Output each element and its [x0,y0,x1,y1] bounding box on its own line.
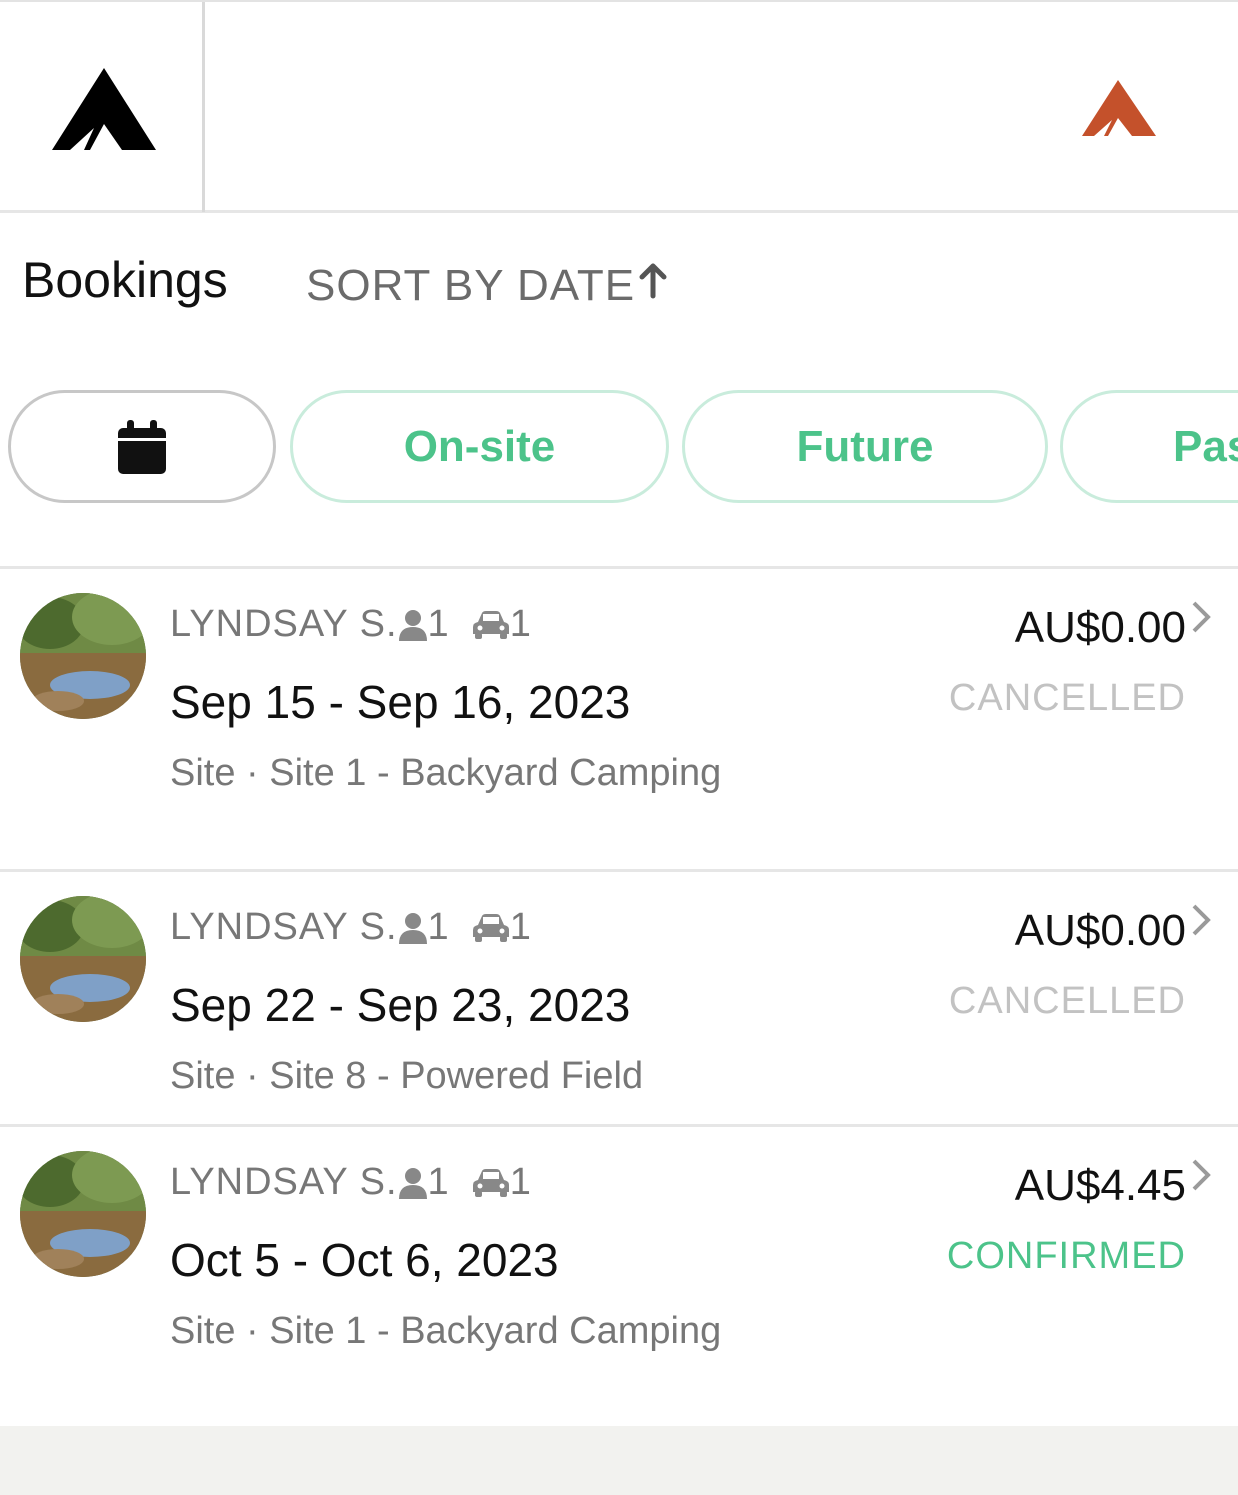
page-title: Bookings [22,252,228,308]
status-badge: CANCELLED [948,677,1186,719]
booking-price: AU$0.00 [1014,906,1186,955]
booking-row[interactable]: LYNDSAY S. 1 1 Sep 22 - Sep 23, 2023 Sit… [0,869,1238,1124]
tent-logo-icon [52,68,156,150]
chevron-right-icon [1192,601,1211,633]
guest-name: LYNDSAY S. [170,1161,398,1203]
arrow-up-icon [637,263,669,309]
booking-site: Site · Site 8 - Powered Field [170,1055,644,1097]
guest-info: LYNDSAY S. 1 1 [170,603,532,646]
guests-count: 1 [427,1161,450,1203]
chevron-right-icon [1192,904,1211,936]
bookings-header: Bookings SORT BY DATE [0,213,1238,353]
sort-by-date-button[interactable]: SORT BY DATE [306,261,669,311]
booking-dates: Oct 5 - Oct 6, 2023 [170,1234,559,1286]
guest-name: LYNDSAY S. [170,906,398,948]
car-icon [472,610,510,640]
status-badge: CANCELLED [948,980,1186,1022]
booking-row[interactable]: LYNDSAY S. 1 1 Sep 15 - Sep 16, 2023 Sit… [0,566,1238,869]
avatar [20,1151,146,1277]
booking-price: AU$0.00 [1014,603,1186,652]
tab-on-site[interactable]: On-site [290,390,669,503]
person-icon [398,1167,428,1199]
footer-strip [0,1426,1238,1495]
guests-count: 1 [427,906,450,948]
guest-info: LYNDSAY S. 1 1 [170,906,532,949]
bookings-content: Bookings SORT BY DATE On-site Future Pas [0,213,1238,1426]
vehicles-count: 1 [509,603,532,645]
booking-site: Site · Site 1 - Backyard Camping [170,752,722,794]
booking-site: Site · Site 1 - Backyard Camping [170,1310,722,1352]
calendar-filter-button[interactable] [8,390,276,503]
car-icon [472,913,510,943]
tent-logo-icon[interactable] [1080,78,1157,138]
vehicles-count: 1 [509,1161,532,1203]
guest-info: LYNDSAY S. 1 1 [170,1161,532,1204]
guests-count: 1 [427,603,450,645]
vehicles-count: 1 [509,906,532,948]
tab-future[interactable]: Future [682,390,1048,503]
logo-button[interactable] [0,2,205,212]
sort-label: SORT BY DATE [306,261,636,310]
avatar [20,593,146,719]
car-icon [472,1168,510,1198]
booking-dates: Sep 15 - Sep 16, 2023 [170,676,631,728]
booking-dates: Sep 22 - Sep 23, 2023 [170,979,631,1031]
filter-tabs: On-site Future Pas [0,390,1238,504]
booking-price: AU$4.45 [1014,1161,1186,1210]
person-icon [398,912,428,944]
calendar-icon [118,419,166,474]
top-bar [0,0,1238,213]
chevron-right-icon [1192,1159,1211,1191]
avatar [20,896,146,1022]
tab-past[interactable]: Pas [1060,390,1238,503]
bookings-list: LYNDSAY S. 1 1 Sep 15 - Sep 16, 2023 Sit… [0,566,1238,1426]
person-icon [398,609,428,641]
guest-name: LYNDSAY S. [170,603,398,645]
booking-row[interactable]: LYNDSAY S. 1 1 Oct 5 - Oct 6, 2023 Site … [0,1124,1238,1426]
status-badge: CONFIRMED [946,1235,1186,1277]
